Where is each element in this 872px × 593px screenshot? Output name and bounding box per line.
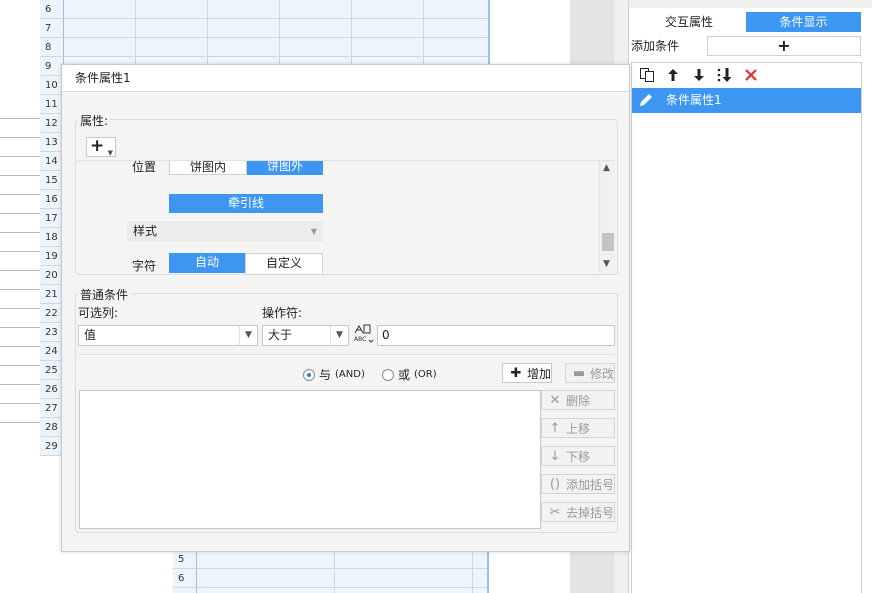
modify-button-label: 修改 — [590, 366, 615, 381]
delete-icon[interactable] — [740, 65, 762, 85]
char-option-auto[interactable]: 自动 — [169, 253, 245, 273]
condition-expression-list[interactable] — [79, 390, 541, 529]
row-header[interactable]: 5 — [173, 550, 197, 569]
vertical-scrollbar[interactable]: ▲ ▼ — [599, 161, 615, 273]
char-selector: 自动 自定义 — [169, 253, 323, 273]
row-header[interactable]: 6 — [173, 569, 197, 588]
move-down-icon[interactable] — [688, 65, 710, 85]
condition-property-dialog: 条件属性1 属性: + ▼ 位置 饼图内 饼图外 牵引线 样式 ▼ 字符 自动 … — [61, 64, 630, 552]
position-label: 位置 — [132, 160, 157, 174]
column-label: 可选列: — [78, 306, 119, 320]
property-scroll-area: 位置 饼图内 饼图外 牵引线 样式 ▼ 字符 自动 自定义 ▲ ▼ — [77, 160, 615, 273]
move-up-button-label: 上移 — [566, 421, 591, 436]
condition-list: 条件属性1 — [631, 62, 862, 593]
radio-on-icon — [303, 368, 315, 381]
panel-top-strip — [629, 0, 872, 8]
style-select: 样式 ▼ — [127, 221, 323, 242]
move-down-button[interactable]: ↓ 下移 — [541, 446, 615, 466]
move-up-button[interactable]: ↑ 上移 — [541, 418, 615, 438]
delete-button[interactable]: ✕ 删除 — [541, 390, 615, 410]
remove-bracket-button[interactable]: ✂ 去掉括号 — [541, 502, 615, 522]
column-select[interactable]: 值 ▼ — [78, 325, 258, 346]
remove-bracket-button-label: 去掉括号 — [566, 505, 615, 520]
position-option-inside[interactable]: 饼图内 — [169, 161, 247, 175]
modify-button[interactable]: ▬ 修改 — [565, 363, 615, 383]
tab-interaction-properties[interactable]: 交互属性 — [633, 12, 745, 32]
operator-label: 操作符: — [262, 306, 303, 320]
remove-bracket-icon: ✂ — [549, 504, 561, 520]
sort-icon[interactable] — [714, 65, 736, 85]
or-radio[interactable]: 或 (OR) — [382, 366, 437, 383]
move-up-icon[interactable] — [662, 65, 684, 85]
sheet-left-gridlines — [0, 100, 40, 440]
leader-line-button[interactable]: 牵引线 — [169, 194, 323, 213]
spreadsheet-grid-lower: 567 — [173, 550, 489, 593]
properties-label: 属性: — [78, 112, 111, 129]
dialog-title: 条件属性1 — [62, 65, 629, 92]
row-header[interactable]: 7 — [173, 588, 197, 593]
arrow-up-icon: ↑ — [549, 420, 561, 436]
move-down-button-label: 下移 — [566, 449, 591, 464]
condition-toolbar — [632, 63, 861, 87]
scroll-up-icon[interactable]: ▲ — [603, 163, 610, 173]
column-value: 值 — [84, 328, 97, 342]
folder-icon: ▬ — [572, 365, 586, 381]
add-bracket-button[interactable]: () 添加括号 — [541, 474, 615, 494]
and-radio[interactable]: 与 (AND) — [303, 366, 365, 383]
condition-item-1[interactable]: 条件属性1 — [632, 88, 861, 113]
position-selector: 饼图内 饼图外 — [169, 161, 323, 175]
formula-abc-icon[interactable]: ABC — [352, 323, 374, 345]
add-button[interactable]: ✚ 增加 — [502, 363, 552, 383]
plus-icon: + — [90, 136, 105, 156]
condition-item-label: 条件属性1 — [666, 93, 722, 107]
add-condition-label: 添加条件 — [631, 39, 680, 53]
add-condition-button[interactable]: + — [707, 36, 861, 56]
scroll-down-icon[interactable]: ▼ — [603, 259, 610, 269]
operator-value: 大于 — [268, 328, 293, 342]
and-label: 与 — [319, 368, 332, 382]
close-icon: ✕ — [549, 392, 561, 408]
plus-icon: ✚ — [510, 365, 522, 381]
divider — [79, 354, 615, 355]
normal-condition-label: 普通条件 — [78, 286, 131, 303]
scrollbar-thumb[interactable] — [602, 233, 614, 251]
tab-conditional-display[interactable]: 条件显示 — [746, 12, 861, 32]
char-label: 字符 — [132, 259, 157, 273]
style-label: 样式 — [133, 224, 158, 238]
chevron-down-icon[interactable]: ▼ — [330, 326, 348, 345]
condition-value-input[interactable]: 0 — [377, 325, 615, 346]
position-option-outside[interactable]: 饼图外 — [247, 161, 323, 175]
pencil-icon — [640, 94, 652, 106]
condition-panel: 交互属性 条件显示 添加条件 + 条件属性1 — [628, 0, 872, 593]
add-property-button[interactable]: + ▼ — [86, 137, 116, 157]
char-option-custom[interactable]: 自定义 — [245, 253, 323, 273]
row-header[interactable]: 6 — [40, 0, 64, 19]
add-button-label: 增加 — [527, 366, 552, 381]
or-label: 或 — [398, 368, 411, 382]
radio-off-icon — [382, 368, 394, 381]
add-bracket-button-label: 添加括号 — [566, 477, 615, 492]
svg-text:ABC: ABC — [354, 336, 366, 343]
row-header[interactable]: 7 — [40, 19, 64, 38]
and-code: (AND) — [335, 369, 365, 380]
arrow-down-icon: ↓ — [549, 448, 561, 464]
delete-button-label: 删除 — [566, 393, 591, 408]
chevron-down-icon[interactable]: ▼ — [239, 326, 257, 345]
chevron-down-icon: ▼ — [310, 227, 317, 236]
or-code: (OR) — [414, 369, 437, 380]
operator-select[interactable]: 大于 ▼ — [262, 325, 349, 346]
bracket-icon: () — [549, 476, 561, 492]
sheet-cells-lower[interactable] — [197, 550, 487, 593]
copy-icon[interactable] — [636, 65, 658, 85]
row-header[interactable]: 8 — [40, 38, 64, 57]
